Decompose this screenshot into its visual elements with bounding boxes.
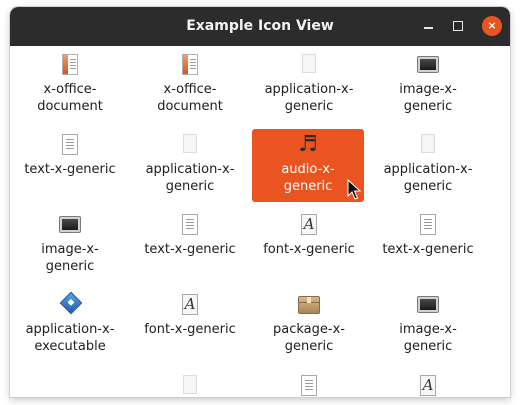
mouse-pointer-icon: [347, 179, 361, 200]
icon-item[interactable]: A font-x-generic: [134, 293, 246, 338]
icon-view[interactable]: x-office- document x-office- document ap…: [10, 46, 510, 397]
text-file-icon: [297, 374, 321, 397]
office-document-icon: [178, 53, 202, 77]
icon-item[interactable]: x-office- document: [134, 53, 246, 115]
blank-file-icon: [178, 374, 202, 397]
title-bar[interactable]: Example Icon View ×: [10, 7, 510, 46]
blank-file-icon: [416, 133, 440, 157]
maximize-button[interactable]: [453, 21, 463, 31]
icon-label: text-x-generic: [24, 162, 116, 177]
icon-item[interactable]: A: [372, 374, 484, 397]
icon-item[interactable]: text-x-generic: [134, 213, 246, 258]
icon-item[interactable]: package-x- generic: [253, 293, 365, 355]
image-icon: [416, 293, 440, 317]
icon-item[interactable]: application-x- generic: [372, 133, 484, 195]
icon-item-selected[interactable]: ♬ audio-x- generic: [252, 129, 364, 202]
icon-label: font-x-generic: [144, 322, 236, 337]
icon-item[interactable]: application-x- generic: [134, 133, 246, 195]
icon-label: package-x- generic: [273, 322, 345, 354]
icon-label: text-x-generic: [382, 242, 474, 257]
icon-label: text-x-generic: [144, 242, 236, 257]
icon-item[interactable]: text-x-generic: [14, 133, 126, 178]
icon-item[interactable]: A font-x-generic: [253, 213, 365, 258]
font-file-icon: A: [178, 293, 202, 317]
icon-label: image-x- generic: [41, 242, 99, 274]
close-button[interactable]: ×: [482, 16, 502, 36]
icon-item[interactable]: x-office- document: [14, 53, 126, 115]
icon-label: image-x- generic: [399, 322, 457, 354]
text-file-icon: [178, 213, 202, 237]
icon-item[interactable]: text-x-generic: [372, 213, 484, 258]
font-file-icon: A: [416, 374, 440, 397]
icon-item[interactable]: application-x- executable: [14, 291, 126, 355]
app-window: Example Icon View × x-office- document x…: [10, 7, 510, 397]
icon-item[interactable]: application-x- generic: [253, 53, 365, 115]
icon-item[interactable]: image-x- generic: [14, 213, 126, 275]
blank-file-icon: [297, 53, 321, 77]
icon-label: x-office- document: [37, 82, 103, 114]
executable-icon: [58, 291, 83, 317]
icon-label: application-x- generic: [264, 82, 354, 114]
icon-label: application-x- generic: [145, 162, 235, 194]
icon-item[interactable]: [134, 374, 246, 397]
icon-label: x-office- document: [157, 82, 223, 114]
text-file-icon: [416, 213, 440, 237]
icon-item[interactable]: image-x- generic: [372, 53, 484, 115]
icon-label: image-x- generic: [399, 82, 457, 114]
icon-item[interactable]: image-x- generic: [372, 293, 484, 355]
audio-note-icon: ♬: [298, 132, 318, 157]
minimize-button[interactable]: [424, 27, 433, 29]
image-icon: [58, 213, 82, 237]
icon-label: application-x- executable: [25, 322, 115, 354]
blank-file-icon: [178, 133, 202, 157]
package-icon: [297, 293, 321, 317]
icon-item[interactable]: [253, 374, 365, 397]
image-icon: [416, 53, 440, 77]
office-document-icon: [58, 53, 82, 77]
icon-label: font-x-generic: [263, 242, 355, 257]
font-file-icon: A: [297, 213, 321, 237]
window-title: Example Icon View: [186, 18, 334, 34]
icon-label: application-x- generic: [383, 162, 473, 194]
text-file-icon: [58, 133, 82, 157]
